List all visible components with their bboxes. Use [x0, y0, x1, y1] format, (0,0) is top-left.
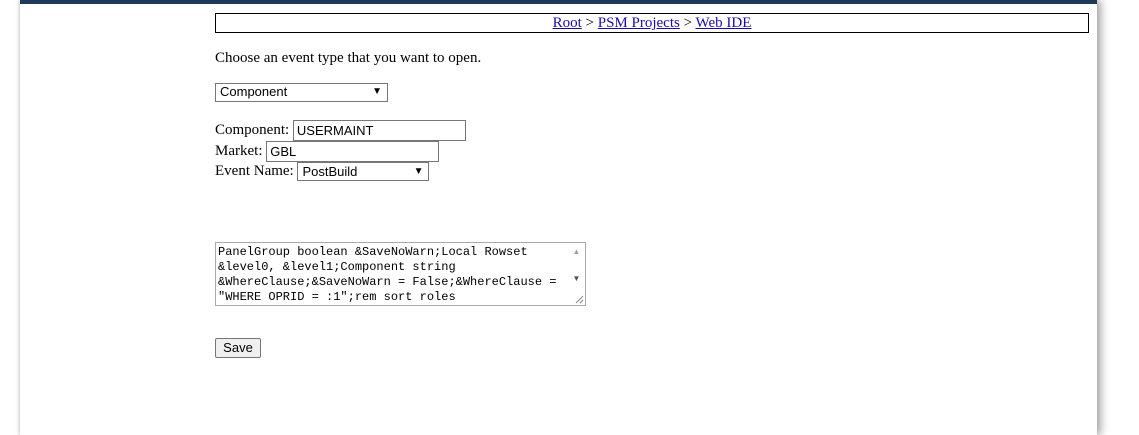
event-name-row: Event Name: PostBuild ▼ — [215, 161, 430, 181]
event-name-select-value: PostBuild — [302, 164, 358, 179]
dropdown-arrow-icon: ▼ — [372, 86, 382, 97]
code-line: &level0, &level1;Component string — [218, 260, 456, 274]
code-line: "WHERE OPRID = :1";rem sort roles — [218, 290, 456, 304]
market-label: Market: — [215, 143, 263, 159]
dropdown-arrow-icon: ▼ — [413, 166, 424, 177]
save-button[interactable]: Save — [215, 338, 261, 358]
breadcrumb-separator: > — [683, 15, 693, 31]
top-bar — [20, 0, 1097, 4]
scroll-up-arrow-icon[interactable]: ▲ — [568, 245, 585, 259]
breadcrumb: Root > PSM Projects > Web IDE — [215, 13, 1089, 33]
scroll-down-arrow-icon[interactable]: ▼ — [568, 272, 585, 286]
code-line: &WhereClause;&SaveNoWarn = False;&WhereC… — [218, 275, 557, 289]
breadcrumb-link-psm-projects[interactable]: PSM Projects — [598, 15, 680, 31]
event-name-select[interactable]: PostBuild ▼ — [297, 162, 430, 181]
instruction-text: Choose an event type that you want to op… — [215, 50, 482, 66]
market-row: Market: GBL — [215, 141, 440, 162]
market-input[interactable]: GBL — [266, 141, 440, 162]
event-type-select[interactable]: Component ▼ — [215, 83, 388, 102]
code-textarea[interactable]: PanelGroup boolean &SaveNoWarn;Local Row… — [215, 242, 586, 306]
breadcrumb-link-root[interactable]: Root — [553, 15, 582, 31]
page-panel — [20, 0, 1097, 435]
code-line: PanelGroup boolean &SaveNoWarn;Local Row… — [218, 245, 528, 259]
resize-grip-icon[interactable] — [574, 294, 584, 304]
code-text: PanelGroup boolean &SaveNoWarn;Local Row… — [218, 245, 566, 305]
component-label: Component: — [215, 122, 290, 138]
breadcrumb-link-web-ide[interactable]: Web IDE — [696, 15, 752, 31]
breadcrumb-separator: > — [585, 15, 594, 31]
component-input[interactable]: USERMAINT — [292, 120, 466, 141]
event-type-select-value: Component — [220, 84, 288, 99]
event-name-label: Event Name: — [215, 163, 294, 179]
component-row: Component: USERMAINT — [215, 120, 466, 141]
